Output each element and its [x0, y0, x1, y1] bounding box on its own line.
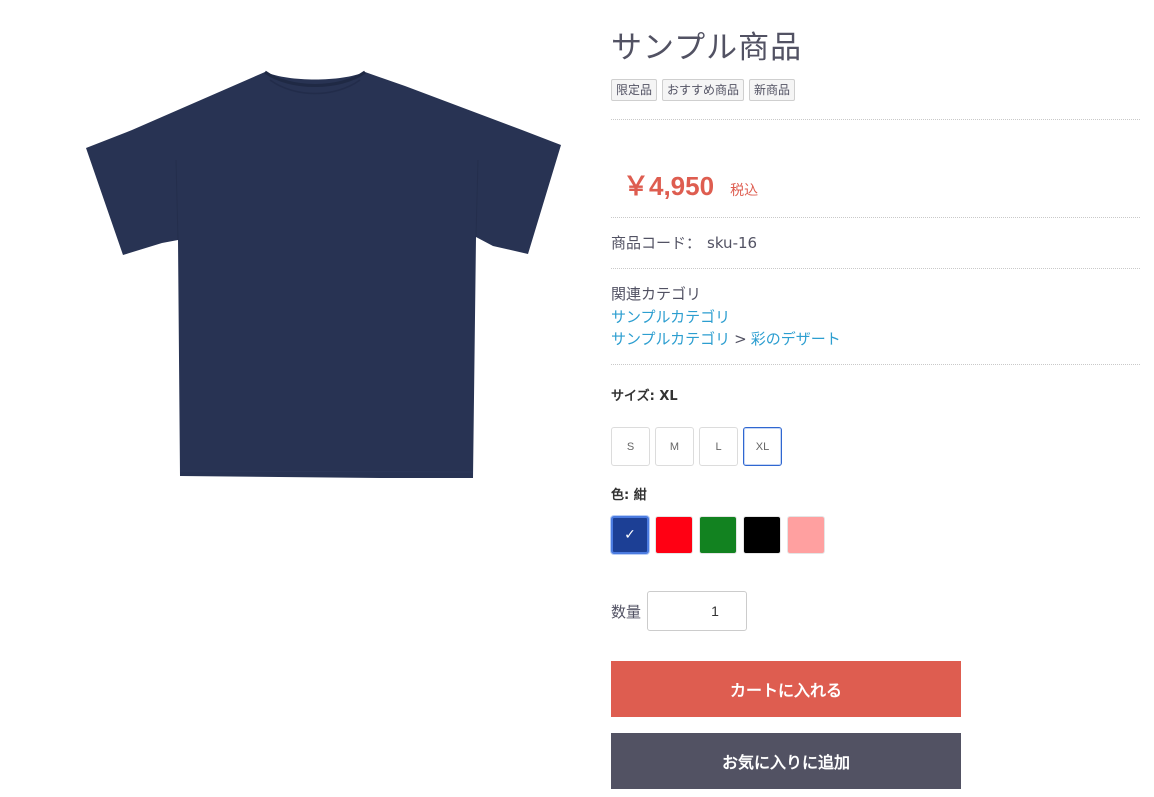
- check-icon: ✓: [624, 527, 636, 543]
- color-swatch-pink[interactable]: [787, 516, 825, 554]
- quantity-label: 数量: [611, 603, 642, 621]
- product-code-value: sku-16: [707, 234, 758, 252]
- color-swatch-black[interactable]: [743, 516, 781, 554]
- tag-limited: 限定品: [611, 79, 658, 101]
- size-selector: S M L XL: [611, 427, 782, 466]
- quantity-input[interactable]: [647, 591, 747, 631]
- category-link-sample-parent[interactable]: サンプルカテゴリ: [611, 330, 730, 348]
- tax-label: 税込: [730, 183, 759, 199]
- tag-new: 新商品: [749, 79, 796, 101]
- product-title: サンプル商品: [611, 30, 803, 66]
- product-price: ￥4,950: [623, 171, 715, 201]
- product-image: [70, 50, 580, 510]
- category-heading: 関連カテゴリ: [611, 285, 702, 303]
- color-label: 色: 紺: [611, 488, 647, 503]
- tshirt-body: [86, 72, 561, 478]
- size-option-xl[interactable]: XL: [743, 427, 782, 466]
- size-option-s[interactable]: S: [611, 427, 650, 466]
- size-option-l[interactable]: L: [699, 427, 738, 466]
- tshirt-image: [86, 70, 561, 478]
- breadcrumb-separator: >: [734, 330, 747, 348]
- divider: [611, 364, 1140, 365]
- color-swatch-green[interactable]: [699, 516, 737, 554]
- divider: [611, 119, 1140, 120]
- color-swatch-navy[interactable]: ✓: [611, 516, 649, 554]
- size-option-m[interactable]: M: [655, 427, 694, 466]
- category-link-dessert[interactable]: 彩のデザート: [751, 330, 841, 348]
- add-to-favorites-button[interactable]: お気に入りに追加: [611, 733, 961, 789]
- price-row: ￥4,950 税込: [623, 166, 758, 203]
- divider: [611, 268, 1140, 269]
- product-code-row: 商品コード： sku-16: [611, 232, 757, 253]
- category-link-sample[interactable]: サンプルカテゴリ: [611, 308, 730, 326]
- color-selector: ✓: [611, 516, 825, 554]
- product-code-label: 商品コード：: [611, 234, 702, 252]
- add-to-cart-button[interactable]: カートに入れる: [611, 661, 961, 717]
- size-label: サイズ: XL: [611, 389, 678, 404]
- tag-recommended: おすすめ商品: [662, 79, 745, 101]
- color-swatch-red[interactable]: [655, 516, 693, 554]
- related-categories: 関連カテゴリ サンプルカテゴリ サンプルカテゴリ > 彩のデザート: [611, 283, 841, 351]
- divider: [611, 217, 1140, 218]
- product-tags: 限定品 おすすめ商品 新商品: [611, 79, 796, 101]
